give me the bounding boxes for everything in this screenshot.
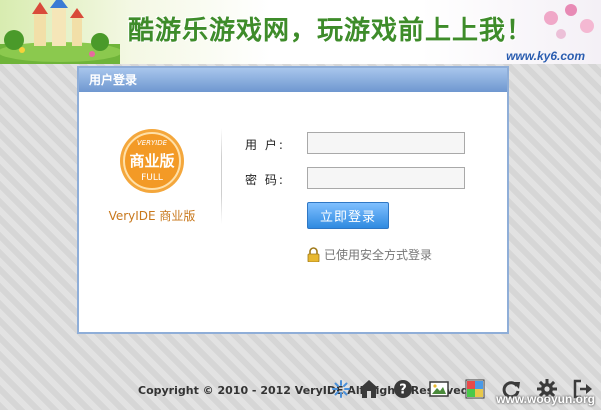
- brand-name: VeryIDE 商业版: [108, 209, 196, 223]
- banner-url[interactable]: www.ky6.com: [506, 49, 585, 63]
- loading-icon: [332, 380, 350, 398]
- site-banner: 酷游乐游戏网，玩游戏前上上我！ www.ky6.com: [0, 0, 601, 64]
- palette-icon[interactable]: [464, 378, 486, 400]
- home-icon[interactable]: [358, 378, 380, 400]
- help-icon[interactable]: ?: [392, 378, 414, 400]
- login-panel: 用户登录 VERYIDE 商业版 FULL VeryIDE 商业版 用 户: 密…: [77, 66, 509, 334]
- veryide-badge-icon: VERYIDE 商业版 FULL: [120, 129, 184, 193]
- product-logo: VERYIDE 商业版 FULL VeryIDE 商业版: [103, 128, 201, 224]
- flower-decoration: [544, 4, 594, 39]
- panel-title: 用户登录: [79, 68, 507, 92]
- password-label: 密 码:: [245, 173, 285, 187]
- badge-bottom-text: FULL: [141, 173, 163, 183]
- badge-top-text: VERYIDE: [137, 139, 168, 147]
- password-input[interactable]: [307, 167, 465, 189]
- username-label: 用 户:: [245, 138, 285, 152]
- login-button[interactable]: 立即登录: [307, 202, 389, 229]
- copyright-text: Copyright © 2010 - 2012 VeryIDE All Righ…: [138, 384, 469, 397]
- secure-login-text: 已使用安全方式登录: [324, 248, 433, 262]
- username-input[interactable]: [307, 132, 465, 154]
- banner-slogan: 酷游乐游戏网，玩游戏前上上我！: [128, 16, 534, 46]
- lock-icon: [307, 247, 320, 262]
- watermark: www.wooyun.org: [496, 392, 595, 406]
- image-icon[interactable]: [428, 378, 450, 400]
- badge-main-text: 商业版: [129, 152, 174, 170]
- divider: [221, 128, 222, 224]
- svg-text:?: ?: [399, 383, 407, 398]
- secure-login-notice: 已使用安全方式登录: [307, 246, 432, 263]
- castle-illustration: [0, 0, 120, 64]
